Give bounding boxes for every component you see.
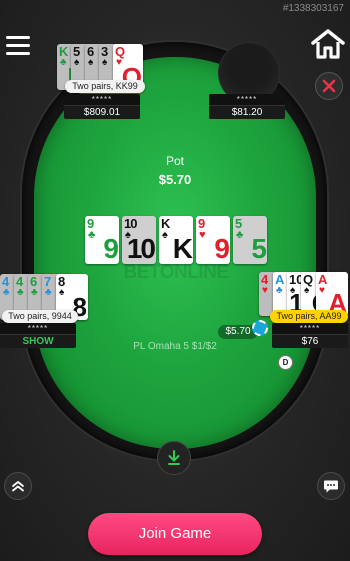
player-left-hand: Two pairs, 9944 bbox=[2, 310, 78, 323]
card-suit: ♣ bbox=[45, 287, 52, 298]
close-icon[interactable] bbox=[315, 72, 343, 100]
card-rank-large: K bbox=[172, 233, 193, 264]
dealer-button: D bbox=[279, 356, 292, 369]
pot-label: Pot bbox=[165, 154, 184, 168]
card-suit: ♠ bbox=[88, 57, 94, 68]
card-rank-large: 10 bbox=[126, 233, 156, 264]
game-info: PL Omaha 5 $1/$2 bbox=[133, 341, 217, 352]
card-suit: ♠ bbox=[102, 57, 108, 68]
card-rank-large: 5 bbox=[251, 233, 267, 264]
pot-value: $5.70 bbox=[158, 172, 192, 187]
playing-card: 9 ♣ 9 bbox=[85, 216, 119, 264]
playing-card: 5 ♣ 5 bbox=[233, 216, 267, 264]
chip-icon bbox=[252, 320, 268, 336]
hand-id: #1338303167 bbox=[282, 3, 344, 14]
arrow-down-icon bbox=[168, 450, 180, 465]
playing-card: 9 ♥ 9 bbox=[196, 216, 230, 264]
chevron-up-icon bbox=[12, 481, 24, 492]
card-suit: ♣ bbox=[17, 287, 24, 298]
card-suit: ♣ bbox=[276, 285, 283, 296]
player-left-stack: SHOW bbox=[0, 334, 76, 348]
card-suit: ♣ bbox=[60, 57, 67, 68]
join-game-button[interactable]: Join Game bbox=[88, 513, 262, 555]
card-suit: ♠ bbox=[59, 287, 65, 298]
card-rank-large: 9 bbox=[103, 233, 119, 264]
card-suit: ♣ bbox=[31, 287, 38, 298]
chat-button[interactable] bbox=[317, 472, 345, 500]
arrow-down-button[interactable] bbox=[157, 441, 191, 475]
card-suit: ♥ bbox=[319, 285, 325, 296]
playing-card: 10♠10 bbox=[122, 216, 156, 264]
player-right-hand: Two pairs, AA99 bbox=[270, 310, 348, 323]
player-top-right-stack: $81.20 bbox=[209, 105, 285, 119]
chat-icon bbox=[324, 480, 338, 492]
card-rank-large: 9 bbox=[214, 233, 230, 264]
expand-button[interactable] bbox=[4, 472, 32, 500]
card-suit: ♣ bbox=[3, 287, 10, 298]
table-watermark: BETONLINE bbox=[123, 262, 229, 283]
player-top-left-hand: Two pairs, KK99 bbox=[65, 80, 145, 93]
card-suit: ♥ bbox=[199, 229, 206, 241]
card-suit: ♣ bbox=[236, 229, 244, 241]
card-suit: ♥ bbox=[262, 285, 268, 296]
card-suit: ♠ bbox=[162, 229, 168, 241]
card-suit: ♠ bbox=[74, 57, 80, 68]
player-top-left-stack: $809.01 bbox=[64, 105, 140, 119]
home-icon[interactable] bbox=[310, 28, 346, 60]
menu-icon[interactable] bbox=[6, 36, 30, 56]
card-suit: ♣ bbox=[88, 229, 96, 241]
card-suit: ♠ bbox=[304, 285, 310, 296]
player-right-stack: $76 bbox=[272, 334, 348, 348]
playing-card: K ♠ K bbox=[159, 216, 193, 264]
